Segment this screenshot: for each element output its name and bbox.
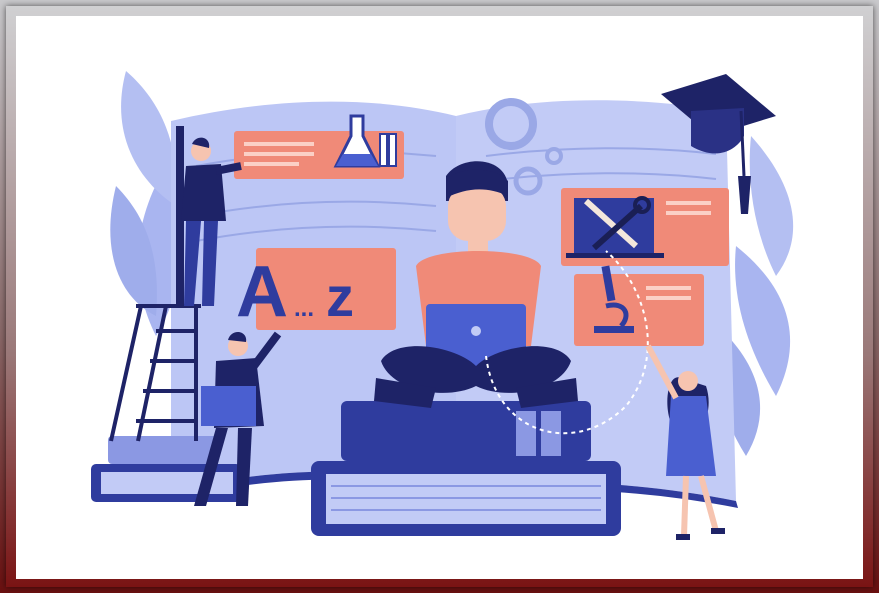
- letter-ellipsis: ...: [294, 295, 314, 322]
- illustration-canvas: A ... z: [16, 16, 863, 579]
- picture-frame: A ... z: [6, 6, 873, 587]
- microscope-card: [574, 274, 704, 346]
- letter-z: z: [326, 265, 354, 328]
- books-stack: [311, 401, 621, 536]
- tools-icon: [566, 196, 664, 258]
- education-illustration: A ... z: [91, 71, 794, 540]
- chemistry-card: [234, 131, 404, 179]
- letter-a: A: [236, 252, 288, 332]
